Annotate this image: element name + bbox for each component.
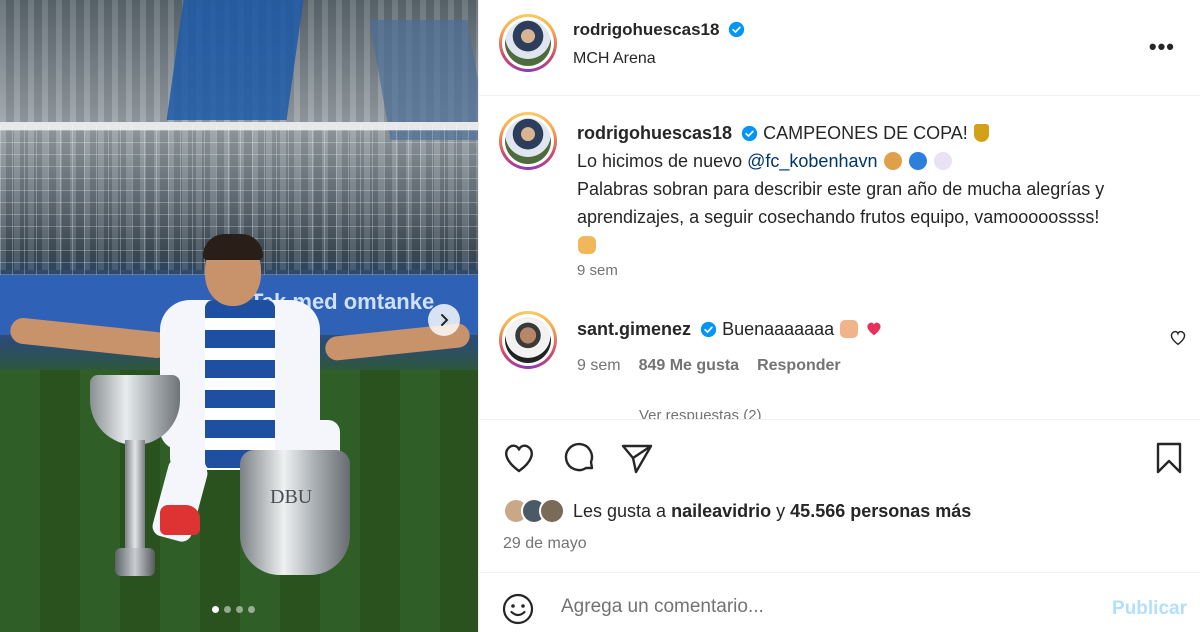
caption-line-2: Lo hicimos de nuevo — [577, 151, 743, 171]
likes-text: Les gusta a naileavidrio y 45.566 person… — [573, 501, 971, 522]
commenter-avatar[interactable] — [499, 311, 557, 369]
caption-line-1: CAMPEONES DE COPA! — [763, 123, 968, 143]
caption-timestamp[interactable]: 9 sem — [577, 262, 618, 279]
comment-body: Buenaaaaaaa — [722, 319, 835, 339]
comment-timestamp[interactable]: 9 sem — [577, 357, 621, 375]
player-hair — [203, 234, 263, 260]
save-bookmark-icon[interactable] — [1151, 440, 1187, 476]
carousel-dot-active — [212, 606, 219, 613]
author-username-text[interactable]: rodrigohuescas18 — [573, 20, 719, 39]
blue-heart-emoji-icon — [908, 152, 927, 170]
likes-prefix: Les gusta a — [573, 500, 667, 521]
stadium-flag — [166, 0, 304, 120]
emoji-picker-icon[interactable] — [501, 592, 535, 626]
trophy-base — [115, 548, 155, 576]
comment-likes-count[interactable]: 849 Me gusta — [639, 357, 739, 375]
caption-avatar[interactable] — [499, 112, 557, 170]
next-image-button[interactable] — [428, 304, 460, 336]
lion-emoji-icon — [883, 152, 902, 170]
trophy-engraving: DBU — [270, 486, 313, 508]
comment-text: sant.gimenez Buenaaaaaaa — [577, 319, 884, 340]
trophy-emoji-icon — [973, 124, 989, 142]
caption-username[interactable]: rodrigohuescas18 — [577, 123, 732, 143]
liker-avatar[interactable] — [539, 498, 565, 524]
comment-meta: 9 sem 849 Me gusta Responder — [577, 357, 841, 375]
post-actions: Les gusta a naileavidrio y 45.566 person… — [479, 419, 1200, 573]
chevron-right-icon — [441, 314, 449, 326]
verified-badge-icon — [700, 321, 717, 338]
player-scarf — [205, 300, 275, 470]
add-comment-bar: Publicar — [479, 574, 1200, 632]
post-header: rodrigohuescas18 MCH Arena ••• — [479, 0, 1200, 96]
post-date[interactable]: 29 de mayo — [503, 535, 587, 553]
caption-text: rodrigohuescas18 CAMPEONES DE COPA! Lo h… — [577, 119, 1177, 259]
commenter-username[interactable]: sant.gimenez — [577, 319, 691, 339]
like-heart-icon[interactable] — [501, 440, 537, 476]
reply-button[interactable]: Responder — [757, 357, 841, 375]
view-replies-link[interactable]: Ver respuestas (2) — [639, 407, 762, 419]
carousel-dot — [224, 606, 231, 613]
comment-input[interactable] — [561, 588, 1081, 626]
more-options-button[interactable]: ••• — [1149, 34, 1175, 60]
caption-mention-link[interactable]: @fc_kobenhavn — [747, 151, 877, 171]
likes-connector: y — [776, 500, 786, 521]
trophy-stem — [125, 440, 145, 550]
likes-others-count[interactable]: 45.566 personas más — [790, 501, 971, 521]
red-heart-emoji-icon — [867, 322, 881, 336]
post-side-panel: rodrigohuescas18 MCH Arena ••• rodrigohu… — [478, 0, 1200, 632]
player-boot — [160, 505, 200, 535]
comments-section: rodrigohuescas18 CAMPEONES DE COPA! Lo h… — [479, 97, 1200, 419]
comment-bubble-icon[interactable] — [561, 440, 597, 476]
carousel-dot — [236, 606, 243, 613]
post-image[interactable]: Tak med omtanke DBU — [0, 0, 478, 632]
likes-summary: Les gusta a naileavidrio y 45.566 person… — [503, 498, 971, 524]
comment-like-heart-icon[interactable] — [1169, 329, 1187, 347]
white-heart-emoji-icon — [933, 152, 952, 170]
dbu-trophy: DBU — [240, 450, 350, 575]
carousel-dots — [212, 606, 255, 613]
publish-button[interactable]: Publicar — [1112, 598, 1187, 620]
author-avatar[interactable] — [499, 14, 557, 72]
author-username[interactable]: rodrigohuescas18 — [573, 20, 745, 40]
verified-badge-icon — [741, 125, 758, 142]
share-send-icon[interactable] — [619, 440, 655, 476]
flexed-biceps-emoji-icon — [840, 320, 859, 338]
carousel-dot — [248, 606, 255, 613]
liker-username[interactable]: naileavidrio — [671, 501, 771, 521]
post-location[interactable]: MCH Arena — [573, 50, 656, 68]
praying-hands-emoji-icon — [578, 236, 596, 254]
verified-badge-icon — [729, 21, 745, 38]
caption-line-3: Palabras sobran para describir este gran… — [577, 179, 1105, 227]
